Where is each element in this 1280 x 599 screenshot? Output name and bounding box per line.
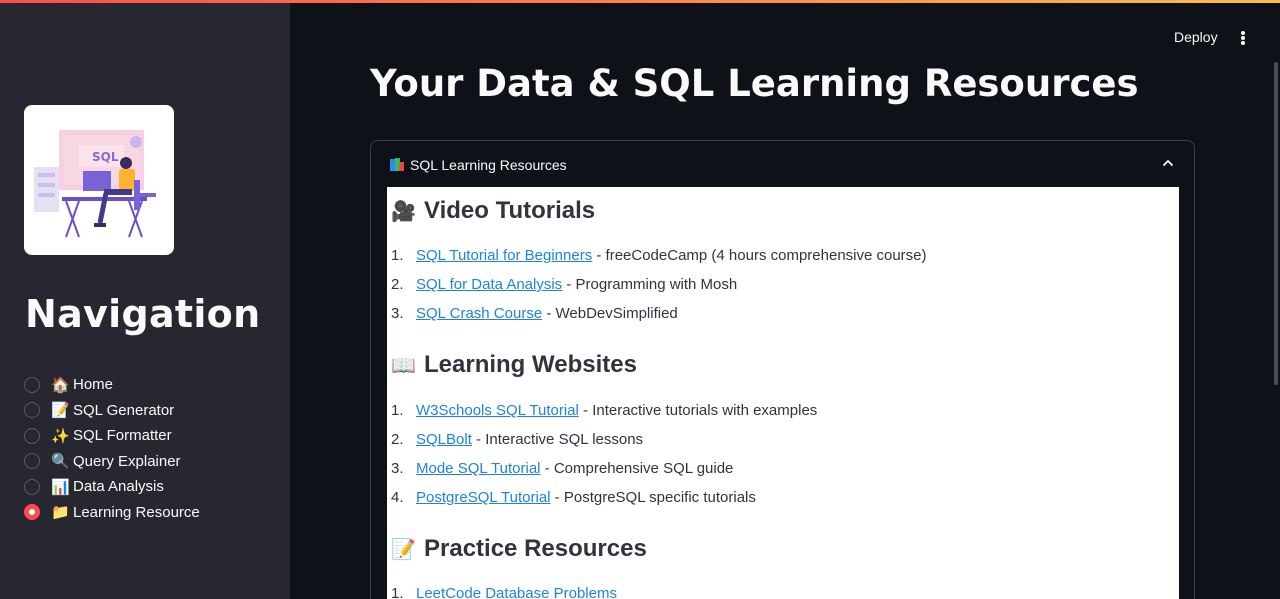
memo-icon: 📝	[51, 402, 70, 420]
section-heading-learning-websites: 📖 Learning Websites	[391, 351, 637, 379]
resource-description: - Programming with Mosh	[562, 276, 738, 293]
list-item: 2. SQLBolt - Interactive SQL lessons	[391, 431, 643, 448]
bar-chart-icon: 📊	[51, 478, 70, 496]
section-heading-text: Video Tutorials	[424, 197, 596, 224]
page-title: Your Data & SQL Learning Resources	[370, 62, 1139, 105]
sidebar-logo-image: SQL	[24, 105, 174, 255]
expander-header[interactable]: SQL Learning Resources	[371, 141, 1194, 187]
sidebar: SQL Navigation 🏠 Home 📝 SQL Generator ✨ …	[0, 0, 290, 599]
nav-item-label: Query Explainer	[73, 452, 181, 470]
list-item: 3. SQL Crash Course - WebDevSimplified	[391, 305, 678, 322]
sidebar-title: Navigation	[25, 292, 261, 336]
nav-item-learning-resource[interactable]: 📁 Learning Resource	[24, 500, 274, 526]
nav-item-home[interactable]: 🏠 Home	[24, 372, 274, 398]
radio-button[interactable]	[24, 427, 40, 444]
open-book-icon: 📖	[391, 354, 416, 377]
resource-link[interactable]: LeetCode Database Problems	[416, 585, 617, 599]
learning-resources-expander: SQL Learning Resources 🎥 Video Tutorials…	[370, 140, 1195, 599]
logo-sql-text: SQL	[92, 150, 119, 164]
resource-link[interactable]: Mode SQL Tutorial	[416, 460, 541, 477]
expander-label: SQL Learning Resources	[410, 157, 567, 173]
resource-description: - freeCodeCamp (4 hours comprehensive co…	[592, 247, 927, 264]
memo-icon: 📝	[391, 538, 416, 561]
resource-description: - Interactive tutorials with examples	[578, 402, 818, 419]
nav-item-label: Data Analysis	[73, 478, 164, 496]
movie-camera-icon: 🎥	[391, 200, 416, 223]
sparkles-icon: ✨	[51, 427, 70, 445]
list-item: 2. SQL for Data Analysis - Programming wi…	[391, 276, 737, 293]
expander-content: 🎥 Video Tutorials 1. SQL Tutorial for Beg…	[387, 187, 1179, 599]
sql-illustration: SQL	[34, 130, 156, 238]
nav-item-data-analysis[interactable]: 📊 Data Analysis	[24, 474, 274, 500]
radio-button[interactable]	[24, 478, 40, 495]
resource-link[interactable]: SQL Tutorial for Beginners	[416, 247, 592, 264]
resource-description: - PostgreSQL specific tutorials	[550, 489, 756, 506]
section-heading-text: Practice Resources	[424, 535, 647, 562]
list-item: 1. W3Schools SQL Tutorial - Interactive t…	[391, 402, 817, 419]
list-number: 3.	[391, 460, 404, 477]
main-menu-kebab-icon[interactable]	[1236, 29, 1250, 47]
nav-item-label: Home	[73, 376, 114, 394]
list-number: 1.	[391, 402, 404, 419]
house-icon: 🏠	[51, 376, 70, 394]
top-decoration-bar	[0, 0, 1280, 3]
nav-item-query-explainer[interactable]: 🔍 Query Explainer	[24, 449, 274, 475]
nav-item-label: SQL Formatter	[73, 427, 172, 445]
deploy-button[interactable]: Deploy	[1174, 29, 1218, 45]
list-number: 3.	[391, 305, 404, 322]
nav-item-label: SQL Generator	[73, 401, 175, 419]
resource-description: - Interactive SQL lessons	[471, 431, 644, 448]
section-heading-video-tutorials: 🎥 Video Tutorials	[391, 197, 595, 225]
resource-link[interactable]: SQL for Data Analysis	[416, 276, 562, 293]
resource-description: - Comprehensive SQL guide	[540, 460, 734, 477]
list-item: 3. Mode SQL Tutorial - Comprehensive SQL …	[391, 460, 733, 477]
radio-button[interactable]	[24, 453, 40, 470]
resource-link[interactable]: PostgreSQL Tutorial	[416, 489, 551, 506]
radio-button[interactable]	[24, 402, 40, 419]
resource-link[interactable]: SQL Crash Course	[416, 305, 542, 322]
chevron-up-icon[interactable]	[1161, 156, 1175, 170]
books-icon	[390, 158, 404, 172]
section-heading-practice-resources: 📝 Practice Resources	[391, 535, 647, 563]
radio-button-selected[interactable]	[24, 504, 40, 521]
radio-button[interactable]	[24, 376, 40, 393]
magnifier-icon: 🔍	[51, 453, 70, 471]
resource-description: - WebDevSimplified	[542, 305, 678, 322]
list-item: 1. LeetCode Database Problems	[391, 585, 617, 599]
list-item: 4. PostgreSQL Tutorial - PostgreSQL speci…	[391, 489, 756, 506]
section-heading-text: Learning Websites	[424, 351, 637, 378]
list-number: 2.	[391, 431, 404, 448]
list-item: 1. SQL Tutorial for Beginners - freeCodeC…	[391, 247, 927, 264]
list-number: 1.	[391, 247, 404, 264]
resource-link[interactable]: W3Schools SQL Tutorial	[416, 402, 579, 419]
scrollbar[interactable]	[1274, 62, 1278, 385]
nav-radio-group: 🏠 Home 📝 SQL Generator ✨ SQL Formatter 🔍…	[24, 372, 274, 525]
resource-link[interactable]: SQLBolt	[416, 431, 472, 448]
list-number: 2.	[391, 276, 404, 293]
list-number: 1.	[391, 585, 404, 599]
nav-item-label: Learning Resource	[73, 503, 200, 521]
nav-item-sql-generator[interactable]: 📝 SQL Generator	[24, 398, 274, 424]
list-number: 4.	[391, 489, 404, 506]
nav-item-sql-formatter[interactable]: ✨ SQL Formatter	[24, 423, 274, 449]
folder-icon: 📁	[51, 504, 70, 522]
